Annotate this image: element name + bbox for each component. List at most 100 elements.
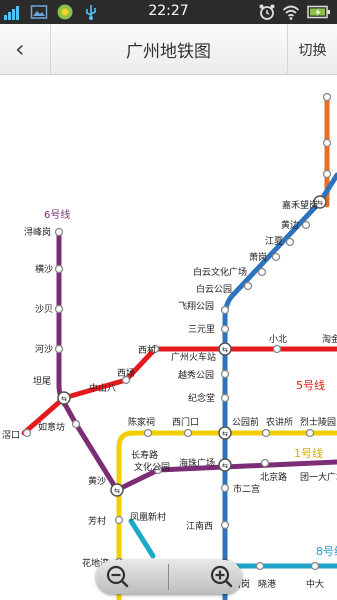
- zoom-out-icon: [106, 565, 129, 588]
- station-dot: [183, 428, 193, 438]
- station-dot: [220, 520, 230, 530]
- station-dot: [22, 428, 32, 438]
- station-label: 西场: [117, 368, 135, 379]
- station-label: 坦尾: [33, 376, 51, 387]
- interchange-icon: ⇆: [57, 391, 71, 405]
- station-dot: [257, 267, 267, 277]
- station-dot: [220, 483, 230, 493]
- station-dot: [322, 92, 332, 102]
- svg-text:⇆: ⇆: [222, 430, 228, 438]
- station-label: 萧岗: [249, 251, 267, 263]
- station-dot: [322, 138, 332, 148]
- battery-charging-icon: [307, 5, 330, 19]
- svg-text:⇆: ⇆: [222, 346, 228, 354]
- station-label: 江夏: [265, 236, 283, 247]
- station-label: 飞翔公园: [178, 300, 214, 312]
- station-label: 沙贝: [35, 304, 53, 315]
- station-label: 三元里: [188, 324, 215, 335]
- station-label: 如意坊: [38, 421, 65, 433]
- station-dot: [271, 252, 281, 262]
- station-dot: [255, 561, 265, 571]
- switch-button[interactable]: 切换: [287, 24, 337, 74]
- line8-label: 8号线: [316, 544, 337, 558]
- station-dot: [260, 458, 270, 468]
- station-dot: [220, 324, 230, 334]
- line6-label: 6号线: [44, 208, 70, 221]
- station-label: 文化公园: [134, 461, 170, 473]
- station-label: 越秀公园: [178, 369, 214, 381]
- station-dot: [220, 369, 230, 379]
- station-label: 陈家祠: [128, 416, 155, 428]
- station-label: 纪念堂: [188, 392, 215, 404]
- station-dot: [54, 264, 64, 274]
- svg-text:⇆: ⇆: [114, 487, 120, 495]
- svg-text:⇆: ⇆: [222, 462, 228, 470]
- alarm-icon: [259, 4, 275, 20]
- station-dots: [22, 92, 332, 571]
- switch-label: 切换: [298, 43, 327, 59]
- station-label: 公园前: [232, 416, 259, 428]
- wifi-icon: [282, 5, 300, 20]
- station-label: 黄边: [281, 219, 299, 231]
- station-label: 浔峰岗: [24, 227, 51, 238]
- title-bar: ‹ 广州地铁图 切换: [0, 24, 337, 75]
- line-branch-track: [128, 518, 156, 559]
- back-button[interactable]: ‹: [0, 24, 51, 74]
- zoom-in-icon: [210, 565, 233, 588]
- zoom-out-button[interactable]: [96, 560, 168, 594]
- station-label: 淘金: [322, 333, 337, 345]
- station-dot: [54, 227, 64, 237]
- station-label: 黄沙: [88, 475, 106, 487]
- zoom-in-button[interactable]: [170, 560, 242, 594]
- station-dot: [54, 304, 64, 314]
- interchange-icon: ⇆: [218, 426, 232, 440]
- station-dot: [71, 419, 81, 429]
- station-label: 晓港: [258, 578, 276, 590]
- station-label: 芳村: [88, 515, 106, 527]
- station-label: 西门口: [172, 416, 199, 428]
- station-label: 横沙: [35, 263, 53, 275]
- line5-label: 5号线: [296, 378, 325, 392]
- station-dot: [305, 428, 315, 438]
- station-label: 凤凰新村: [130, 511, 166, 523]
- station-dot: [285, 237, 295, 247]
- station-label: 中大: [306, 578, 324, 590]
- interchange-icon: ⇆: [218, 342, 232, 356]
- station-label: 北京路: [260, 471, 287, 483]
- station-dot: [322, 169, 332, 179]
- station-label: 河沙: [35, 343, 53, 355]
- station-label: 海珠广场: [179, 457, 215, 469]
- station-label: 滘口: [2, 430, 20, 441]
- station-label: 广州火车站: [171, 351, 216, 363]
- interchange-icon: ⇆: [218, 458, 232, 472]
- station-dot: [143, 428, 153, 438]
- station-label: 烈士陵园: [300, 416, 336, 428]
- station-label: 嘉禾望岗: [282, 199, 318, 211]
- station-label: 团一大广场: [300, 471, 337, 483]
- station-label: 农讲所: [266, 416, 293, 428]
- station-dot: [243, 281, 253, 291]
- station-dot: [310, 561, 320, 571]
- line1-label: 1号线: [294, 446, 323, 460]
- interchange-icon: ⇆: [110, 483, 124, 497]
- station-dot: [114, 515, 124, 525]
- station-dot: [220, 305, 230, 315]
- zoom-divider: [168, 564, 169, 590]
- station-label: 长寿路: [131, 449, 158, 461]
- station-dot: [220, 393, 230, 403]
- page-title: 广州地铁图: [126, 42, 211, 62]
- status-bar: 22:27: [0, 0, 337, 24]
- station-label: 白云文化广场: [193, 266, 247, 278]
- station-dot: [54, 344, 64, 354]
- metro-map-canvas: ⇆ ⇆ ⇆ ⇆ ⇆ ⇆ ⇆: [2, 92, 337, 600]
- station-label: 中山八: [89, 382, 116, 394]
- station-dot: [301, 220, 311, 230]
- metro-map[interactable]: ⇆ ⇆ ⇆ ⇆ ⇆ ⇆ ⇆: [0, 75, 337, 600]
- zoom-controls: [96, 560, 242, 594]
- station-label: 白云公园: [196, 283, 232, 295]
- station-dot: [272, 344, 282, 354]
- station-label: 小北: [269, 334, 287, 345]
- station-label: 市二宫: [233, 483, 260, 495]
- chevron-left-icon: ‹: [15, 35, 25, 63]
- svg-text:⇆: ⇆: [61, 395, 67, 403]
